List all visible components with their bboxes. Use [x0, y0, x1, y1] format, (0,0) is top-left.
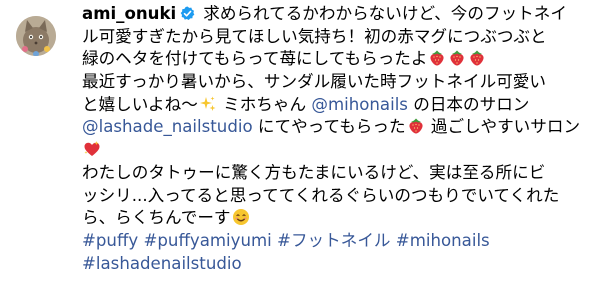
- smiling-face-icon: [232, 208, 250, 226]
- caption: ami_onuki 求められてるかわからないけど、今のフットネイ ル可愛すぎたから…: [82, 3, 602, 275]
- caption-text: と嬉しいよね〜: [82, 94, 198, 114]
- caption-line: 最近すっかり暑いから、サンダル履いた時フットネイル可愛い: [82, 71, 602, 94]
- strawberry-icon: [407, 117, 425, 135]
- caption-line: @lashade_nailstudio にてやってもらった 過ごしやすいサロン: [82, 116, 602, 139]
- caption-text: ル可愛すぎたから見てほしい気持ち！初の赤マグにつぶつぶと: [82, 26, 547, 46]
- avatar[interactable]: [16, 16, 56, 56]
- strawberry-icon: [428, 49, 446, 67]
- caption-line: ami_onuki 求められてるかわからないけど、今のフットネイ: [82, 3, 602, 26]
- mention-link[interactable]: @lashade_nailstudio: [82, 117, 253, 136]
- caption-text: わたしのタトゥーに驚く方もたまにいるけど、実は至る所にビ: [82, 162, 546, 182]
- caption-line: ッシリ...入ってると思っててくれるぐらいのつもりでいてくれた: [82, 185, 602, 208]
- caption-line: わたしのタトゥーに驚く方もたまにいるけど、実は至る所にビ: [82, 162, 602, 185]
- caption-line: [82, 139, 602, 162]
- caption-line: 緑のヘタを付けてもらって苺にしてもらったよ: [82, 48, 602, 71]
- hashtag-link[interactable]: #lashadenailstudio: [82, 254, 242, 273]
- caption-line: #lashadenailstudio: [82, 253, 602, 276]
- caption-text: にてやってもらった: [252, 117, 406, 137]
- caption-line: ら、らくちんでーす: [82, 207, 602, 230]
- caption-line: と嬉しいよね〜 ミホちゃん @mihonails の日本のサロン: [82, 94, 602, 117]
- verified-badge-icon: [180, 6, 195, 21]
- sparkling-heart-icon: [83, 140, 101, 158]
- sparkles-icon: [199, 95, 217, 113]
- caption-text: ミホちゃん: [217, 94, 312, 114]
- strawberry-icon: [448, 49, 466, 67]
- caption-text: 緑のヘタを付けてもらって苺にしてもらったよ: [82, 49, 428, 69]
- hashtag-link[interactable]: #mihonails: [396, 231, 490, 250]
- caption-text: の日本のサロン: [407, 94, 530, 114]
- mention-link[interactable]: @mihonails: [311, 95, 408, 114]
- caption-text: 過ごしやすいサロン: [425, 117, 581, 137]
- username-link[interactable]: ami_onuki: [82, 4, 176, 23]
- caption-line: ル可愛すぎたから見てほしい気持ち！初の赤マグにつぶつぶと: [82, 26, 602, 49]
- hashtag-link[interactable]: #puffyamiyumi: [144, 231, 272, 250]
- hashtag-link[interactable]: #puffy: [82, 231, 138, 250]
- caption-text: ら、らくちんでーす: [82, 208, 231, 228]
- caption-text: 最近すっかり暑いから、サンダル履いた時フットネイル可愛い: [82, 72, 546, 92]
- avatar-cat-icon: [16, 16, 56, 56]
- caption-line: #puffy #puffyamiyumi #フットネイル #mihonails: [82, 230, 602, 253]
- caption-text: 求められてるかわからないけど、今のフットネイ: [203, 4, 567, 23]
- hashtag-link[interactable]: #フットネイル: [277, 231, 390, 250]
- caption-text: ッシリ...入ってると思っててくれるぐらいのつもりでいてくれた: [82, 185, 560, 205]
- strawberry-icon: [468, 49, 486, 67]
